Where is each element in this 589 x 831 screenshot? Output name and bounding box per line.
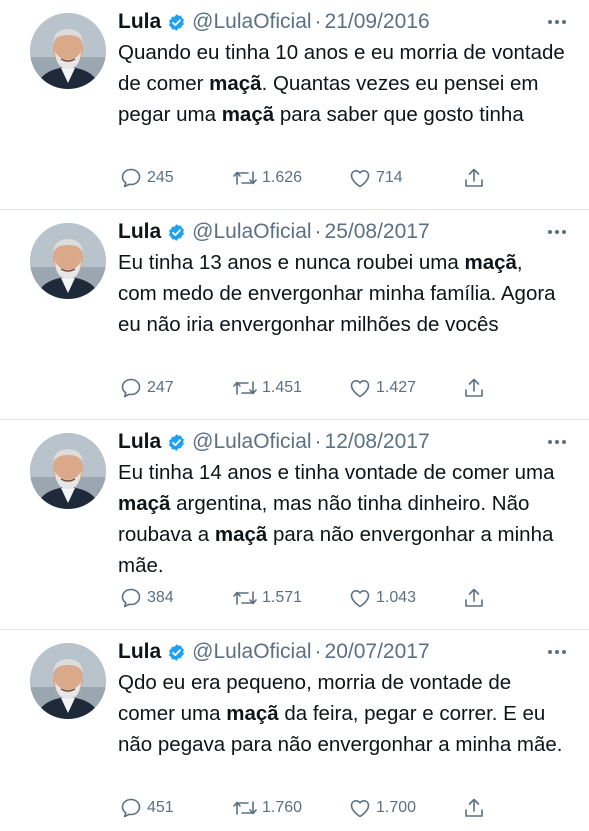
tweet-actions: 384 1.571 1.043 [118,583,483,613]
author-name[interactable]: Lula [118,220,161,244]
verified-badge-icon [167,643,186,662]
like-button[interactable]: 1.700 [347,793,416,823]
like-button[interactable]: 714 [347,163,403,193]
reply-count: 247 [147,379,174,396]
avatar[interactable] [30,13,106,89]
reply-button[interactable]: 451 [118,793,174,823]
retweet-button[interactable]: 1.451 [231,373,302,403]
share-button[interactable] [462,373,489,403]
tweet-text: Eu tinha 14 anos e tinha vontade de come… [118,457,567,581]
avatar[interactable] [30,223,106,299]
heart-icon [350,800,370,818]
author-handle[interactable]: @LulaOficial [192,640,311,664]
tweet[interactable]: Lula @LulaOficial · 21/09/2016 Quando eu… [0,0,589,210]
tweet-date[interactable]: 20/07/2017 [325,640,430,664]
tweet[interactable]: Lula @LulaOficial · 25/08/2017 Eu tinha … [0,210,589,420]
share-icon [465,378,483,397]
text-segment: Eu tinha 14 anos e tinha vontade de come… [118,461,555,484]
tweet-actions: 245 1.626 714 [118,163,483,193]
retweet-count: 1.626 [262,169,303,186]
share-button[interactable] [462,163,489,193]
share-button[interactable] [462,583,489,613]
reply-count: 384 [147,589,174,606]
highlighted-word: maçã [118,492,171,515]
tweet-text: Eu tinha 13 anos e nunca roubei uma maçã… [118,247,567,340]
verified-badge-icon [167,433,186,452]
retweet-icon [233,801,257,815]
author-handle[interactable]: @LulaOficial [192,10,311,34]
reply-button[interactable]: 245 [118,163,174,193]
heart-icon [350,380,370,398]
separator-dot: · [314,430,322,453]
retweet-icon [233,171,257,185]
author-name[interactable]: Lula [118,430,161,454]
retweet-count: 1.451 [262,379,303,396]
heart-icon [350,590,370,608]
like-count: 1.427 [376,379,417,396]
retweet-count: 1.760 [262,799,303,816]
retweet-count: 1.571 [262,589,303,606]
highlighted-word: maçã [464,251,517,274]
tweet[interactable]: Lula @LulaOficial · 12/08/2017 Eu tinha … [0,420,589,630]
reply-icon [121,168,141,188]
highlighted-word: maçã [226,702,279,725]
highlighted-word: maçã [221,103,275,126]
tweet-text: Quando eu tinha 10 anos e eu morria de v… [118,37,567,130]
reply-icon [121,798,141,818]
separator-dot: · [314,220,322,243]
tweet-date[interactable]: 21/09/2016 [325,10,430,34]
reply-button[interactable]: 247 [118,373,174,403]
reply-count: 451 [147,799,174,816]
like-button[interactable]: 1.427 [347,373,416,403]
author-handle[interactable]: @LulaOficial [192,430,311,454]
retweet-button[interactable]: 1.626 [231,163,302,193]
share-button[interactable] [462,793,489,823]
tweet-text: Qdo eu era pequeno, morria de vontade de… [118,667,567,760]
retweet-icon [233,381,257,395]
tweet-actions: 247 1.451 1.427 [118,373,483,403]
avatar[interactable] [30,433,106,509]
separator-dot: · [314,640,322,663]
retweet-icon [233,591,257,605]
author-name[interactable]: Lula [118,640,161,664]
share-icon [465,798,483,817]
highlighted-word: maçã [214,523,268,546]
reply-icon [121,588,141,608]
tweet-actions: 451 1.760 1.700 [118,793,483,823]
share-icon [465,588,483,607]
separator-dot: · [314,10,322,33]
tweet[interactable]: Lula @LulaOficial · 20/07/2017 Qdo eu er… [0,630,589,831]
more-options-icon[interactable] [545,640,569,664]
reply-icon [121,378,141,398]
more-options-icon[interactable] [545,430,569,454]
text-segment: Eu tinha 13 anos e nunca roubei uma [118,251,465,274]
more-options-icon[interactable] [545,10,569,34]
retweet-button[interactable]: 1.571 [231,583,302,613]
text-segment: para saber que gosto tinha [274,103,524,126]
heart-icon [350,170,370,188]
avatar[interactable] [30,643,106,719]
tweet-feed: Lula @LulaOficial · 21/09/2016 Quando eu… [0,0,589,831]
like-count: 1.700 [376,799,417,816]
retweet-button[interactable]: 1.760 [231,793,302,823]
author-name[interactable]: Lula [118,10,161,34]
reply-button[interactable]: 384 [118,583,174,613]
like-count: 714 [376,169,403,186]
verified-badge-icon [167,223,186,242]
like-button[interactable]: 1.043 [347,583,416,613]
highlighted-word: maçã [209,72,262,95]
more-options-icon[interactable] [545,220,569,244]
author-handle[interactable]: @LulaOficial [192,220,311,244]
tweet-date[interactable]: 25/08/2017 [325,220,430,244]
reply-count: 245 [147,169,174,186]
like-count: 1.043 [376,589,417,606]
tweet-date[interactable]: 12/08/2017 [325,430,430,454]
verified-badge-icon [167,13,186,32]
share-icon [465,168,483,187]
